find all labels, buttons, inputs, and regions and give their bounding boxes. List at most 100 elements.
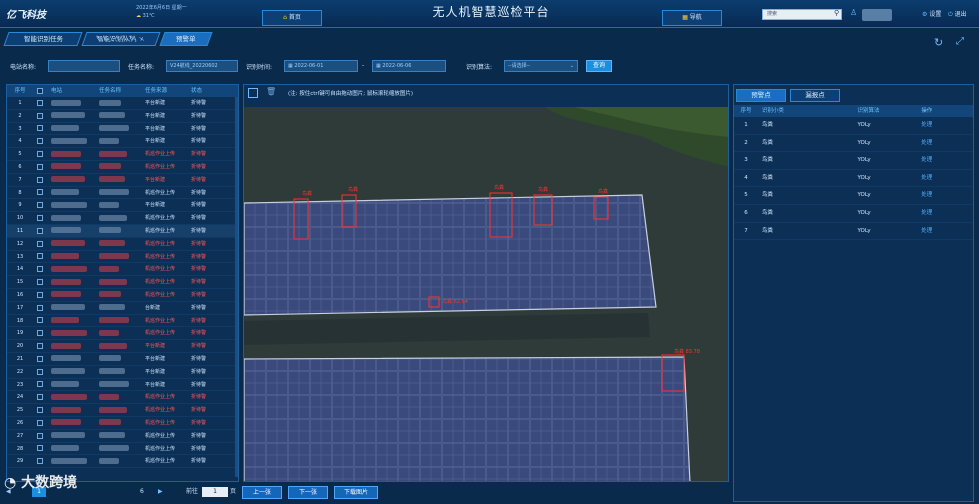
table-row[interactable]: 29 机巡作业上传 折待警 <box>7 455 238 469</box>
goto-input[interactable]: 1 <box>202 487 228 497</box>
table-row[interactable]: 6 机巡作业上传 折待警 <box>7 161 238 174</box>
alert-row[interactable]: 3 鸟粪 YOLy 处理 <box>734 152 973 170</box>
prev-image-button[interactable]: 上一张 <box>242 486 282 499</box>
total-pages[interactable]: 6 <box>140 486 144 498</box>
fullscreen-icon[interactable]: ⤢ <box>956 36 964 47</box>
row-checkbox[interactable] <box>33 135 47 147</box>
station-input[interactable] <box>48 60 120 72</box>
table-row[interactable]: 18 机巡作业上传 折待警 <box>7 315 238 328</box>
tab-missed-points[interactable]: 漏报点 <box>790 89 840 102</box>
trash-icon[interactable]: 🗑 <box>266 87 276 96</box>
row-checkbox[interactable] <box>33 238 47 250</box>
table-row[interactable]: 5 机巡作业上传 折待警 <box>7 148 238 161</box>
tab-alert-list[interactable]: 预警单 <box>159 32 213 46</box>
user-icon[interactable]: ♙ <box>850 8 857 17</box>
table-row[interactable]: 4 平台新建 折待警 <box>7 135 238 149</box>
row-checkbox[interactable] <box>33 443 47 455</box>
row-checkbox[interactable] <box>33 225 47 237</box>
table-row[interactable]: 1 平台新建 折待警 <box>7 97 238 110</box>
tab-alert-points[interactable]: 预警点 <box>736 89 786 102</box>
table-row[interactable]: 27 机巡作业上传 折待警 <box>7 430 238 443</box>
row-checkbox[interactable] <box>33 391 47 403</box>
table-row[interactable]: 21 平台新建 折待警 <box>7 353 238 366</box>
table-row[interactable]: 14 机巡作业上传 折待警 <box>7 263 238 277</box>
table-row[interactable]: 11 机巡作业上传 折待警 <box>7 224 238 238</box>
algo-select[interactable]: --请选择-- ⌄ <box>504 60 578 72</box>
row-checkbox[interactable] <box>33 404 47 416</box>
alert-row[interactable]: 7 鸟粪 YOLy 处理 <box>734 223 973 241</box>
table-row[interactable]: 12 机巡作业上传 折待警 <box>7 238 238 251</box>
handle-link[interactable]: 处理 <box>917 152 973 169</box>
search-input[interactable]: 搜索 <box>762 9 842 20</box>
tab-recognition-task[interactable]: 智能识别任务 <box>3 32 83 46</box>
inspection-photo[interactable]: 鸟粪 鸟粪 鸟粪 鸟粪 鸟粪 鸟粪 62.54 鸟粪 83.78 <box>244 107 728 481</box>
table-row[interactable]: 16 机巡作业上传 折待警 <box>7 289 238 302</box>
row-checkbox[interactable] <box>33 148 47 160</box>
row-checkbox[interactable] <box>33 289 47 301</box>
handle-link[interactable]: 处理 <box>917 170 973 187</box>
row-checkbox[interactable] <box>33 366 47 378</box>
row-checkbox[interactable] <box>33 199 47 211</box>
alert-row[interactable]: 2 鸟粪 YOLy 处理 <box>734 135 973 153</box>
alert-row[interactable]: 4 鸟粪 YOLy 处理 <box>734 170 973 188</box>
select-box-icon[interactable] <box>248 88 258 98</box>
start-date-input[interactable]: ▦ 2022-06-01 <box>284 60 358 72</box>
query-button[interactable]: 查询 <box>586 60 612 72</box>
end-date-input[interactable]: ▦ 2022-06-06 <box>372 60 446 72</box>
next-image-button[interactable]: 下一张 <box>288 486 328 499</box>
table-row[interactable]: 2 平台新建 折待警 <box>7 110 238 123</box>
search-icon[interactable]: ⚲ <box>834 9 839 17</box>
table-row[interactable]: 7 平台新建 折待警 <box>7 174 238 187</box>
table-row[interactable]: 15 机巡作业上传 折待警 <box>7 276 238 289</box>
select-all-checkbox[interactable] <box>33 85 47 97</box>
row-checkbox[interactable] <box>33 455 47 467</box>
row-checkbox[interactable] <box>33 110 47 122</box>
row-checkbox[interactable] <box>33 430 47 442</box>
table-row[interactable]: 8 机巡作业上传 折待警 <box>7 187 238 200</box>
table-row[interactable]: 9 平台新建 折待警 <box>7 199 238 213</box>
refresh-icon[interactable]: ↻ <box>934 36 943 49</box>
row-checkbox[interactable] <box>33 263 47 275</box>
table-row[interactable]: 13 机巡作业上传 折待警 <box>7 251 238 264</box>
row-checkbox[interactable] <box>33 174 47 186</box>
table-row[interactable]: 17 台新建 折待警 <box>7 302 238 315</box>
handle-link[interactable]: 处理 <box>917 223 973 240</box>
home-button[interactable]: ⌂ 首页 <box>262 10 322 26</box>
handle-link[interactable]: 处理 <box>917 117 973 134</box>
table-row[interactable]: 22 平台新建 折待警 <box>7 366 238 379</box>
row-checkbox[interactable] <box>33 327 47 339</box>
close-icon[interactable]: × <box>137 33 147 45</box>
row-checkbox[interactable] <box>33 276 47 288</box>
row-checkbox[interactable] <box>33 417 47 429</box>
table-row[interactable]: 25 机巡作业上传 折待警 <box>7 404 238 417</box>
table-row[interactable]: 20 平台新建 折待警 <box>7 340 238 353</box>
handle-link[interactable]: 处理 <box>917 135 973 152</box>
row-checkbox[interactable] <box>33 315 47 327</box>
handle-link[interactable]: 处理 <box>917 205 973 222</box>
row-checkbox[interactable] <box>33 187 47 199</box>
row-checkbox[interactable] <box>33 97 47 109</box>
username[interactable] <box>862 9 892 21</box>
task-input[interactable]: V24航线_20220602 <box>166 60 238 72</box>
nav-button[interactable]: ▦ 导航 <box>662 10 722 26</box>
row-checkbox[interactable] <box>33 379 47 391</box>
row-checkbox[interactable] <box>33 302 47 314</box>
table-row[interactable]: 3 平台新建 折待警 <box>7 123 238 136</box>
table-row[interactable]: 28 机巡作业上传 折待警 <box>7 443 238 456</box>
row-checkbox[interactable] <box>33 161 47 173</box>
table-row[interactable]: 24 机巡作业上传 折待警 <box>7 391 238 405</box>
alert-row[interactable]: 1 鸟粪 YOLy 处理 <box>734 117 973 135</box>
handle-link[interactable]: 处理 <box>917 187 973 204</box>
settings-button[interactable]: ⚙ 设置 <box>922 9 941 18</box>
scrollbar[interactable] <box>235 97 238 477</box>
table-row[interactable]: 26 机巡作业上传 折待警 <box>7 417 238 430</box>
download-image-button[interactable]: 下载图片 <box>334 486 378 499</box>
row-checkbox[interactable] <box>33 212 47 224</box>
alert-row[interactable]: 5 鸟粪 YOLy 处理 <box>734 187 973 205</box>
exit-button[interactable]: ⏻ 退出 <box>948 9 967 19</box>
row-checkbox[interactable] <box>33 123 47 135</box>
table-row[interactable]: 19 机巡作业上传 折待警 <box>7 327 238 341</box>
row-checkbox[interactable] <box>33 340 47 352</box>
row-checkbox[interactable] <box>33 353 47 365</box>
next-page-icon[interactable]: ▶ <box>158 486 163 498</box>
